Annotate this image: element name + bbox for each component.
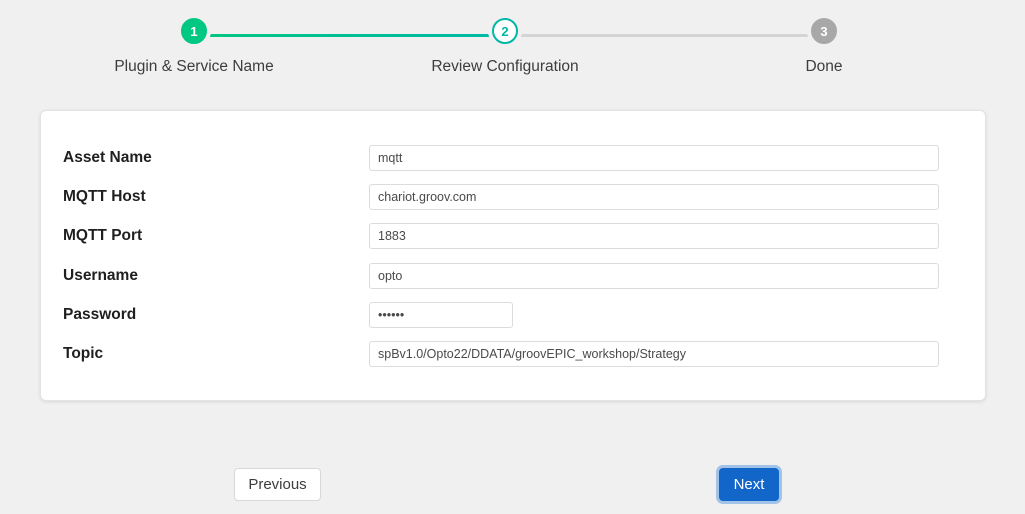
stepper-step-3[interactable]: 3 Done — [744, 18, 904, 76]
input-password[interactable] — [369, 302, 513, 328]
label-asset-name: Asset Name — [63, 145, 152, 171]
form-row-asset-name: Asset Name — [41, 145, 985, 171]
configuration-form: Asset Name MQTT Host MQTT Port Username … — [41, 111, 985, 400]
wizard-page: 1 Plugin & Service Name 2 Review Configu… — [0, 0, 1025, 514]
form-row-username: Username — [41, 263, 985, 289]
wizard-stepper: 1 Plugin & Service Name 2 Review Configu… — [0, 0, 1025, 96]
stepper-step-2-label: Review Configuration — [425, 58, 585, 76]
input-mqtt-port[interactable] — [369, 223, 939, 249]
input-username[interactable] — [369, 263, 939, 289]
label-mqtt-port: MQTT Port — [63, 223, 142, 249]
stepper-step-2[interactable]: 2 Review Configuration — [425, 18, 585, 76]
form-row-mqtt-host: MQTT Host — [41, 184, 985, 210]
label-password: Password — [63, 302, 136, 328]
label-username: Username — [63, 263, 138, 289]
configuration-card: Asset Name MQTT Host MQTT Port Username … — [40, 110, 986, 401]
form-row-mqtt-port: MQTT Port — [41, 223, 985, 249]
stepper-step-1-number: 1 — [190, 25, 197, 38]
input-mqtt-host[interactable] — [369, 184, 939, 210]
label-topic: Topic — [63, 341, 103, 367]
wizard-footer: Previous Next — [0, 460, 1025, 514]
form-row-password: Password — [41, 302, 985, 328]
stepper-step-1-circle[interactable]: 1 — [181, 18, 207, 44]
label-mqtt-host: MQTT Host — [63, 184, 146, 210]
form-row-topic: Topic — [41, 341, 985, 367]
next-button[interactable]: Next — [719, 468, 779, 501]
previous-button[interactable]: Previous — [234, 468, 321, 501]
input-asset-name[interactable] — [369, 145, 939, 171]
stepper-step-3-number: 3 — [820, 25, 827, 38]
stepper-step-2-circle[interactable]: 2 — [492, 18, 518, 44]
stepper-step-3-label: Done — [744, 58, 904, 76]
stepper-step-1[interactable]: 1 Plugin & Service Name — [114, 18, 274, 76]
stepper-step-3-circle[interactable]: 3 — [811, 18, 837, 44]
stepper-step-2-number: 2 — [501, 25, 508, 38]
input-topic[interactable] — [369, 341, 939, 367]
stepper-step-1-label: Plugin & Service Name — [114, 58, 274, 76]
